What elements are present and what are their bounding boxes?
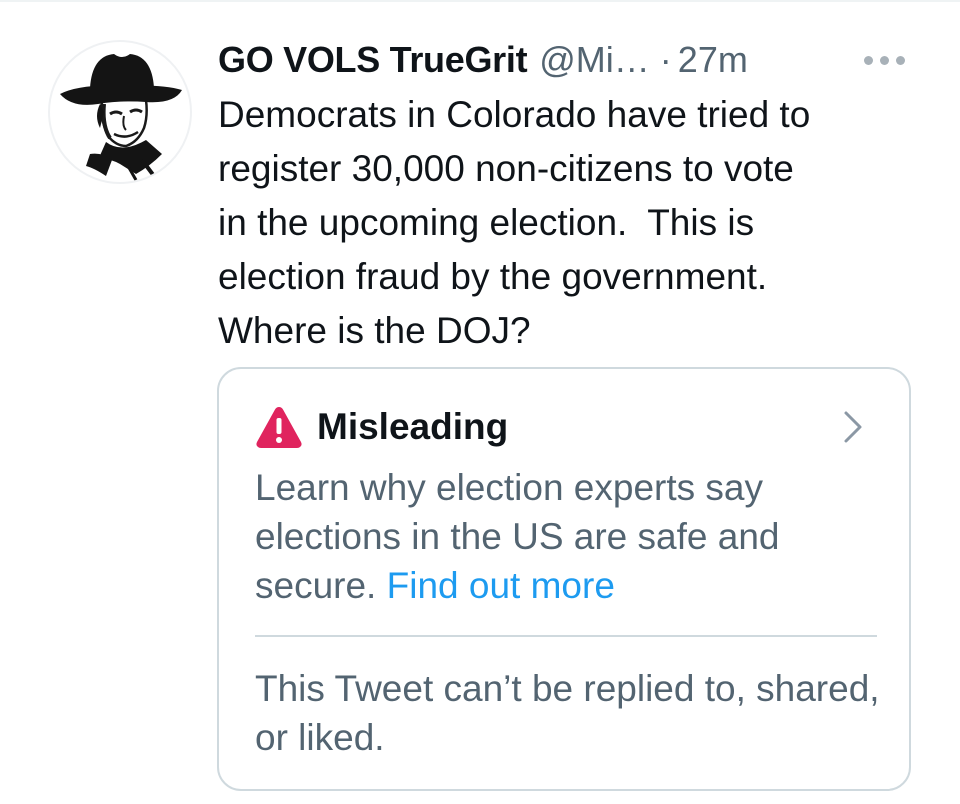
separator: · <box>659 39 672 80</box>
timestamp[interactable]: 27m <box>678 38 748 82</box>
more-dot-icon <box>863 55 873 65</box>
tweet[interactable]: GO VOLS TrueGrit @Mi… · 27m Democrats in… <box>0 0 960 804</box>
more-options-button[interactable] <box>858 46 910 74</box>
warning-triangle-icon <box>256 407 302 448</box>
author-name[interactable]: GO VOLS TrueGrit <box>218 38 528 82</box>
more-dot-icon <box>895 55 905 65</box>
misleading-notice[interactable]: Misleading Learn why election experts sa… <box>217 367 911 791</box>
tweet-header: GO VOLS TrueGrit @Mi… · 27m <box>218 38 748 82</box>
notice-divider <box>255 635 877 637</box>
avatar[interactable] <box>48 40 192 184</box>
author-handle[interactable]: @Mi… <box>539 38 650 82</box>
tweet-text: Democrats in Colorado have tried to regi… <box>218 94 811 351</box>
chevron-right-icon[interactable] <box>841 409 865 445</box>
notice-header[interactable]: Misleading <box>255 401 508 453</box>
notice-title: Misleading <box>317 406 509 447</box>
cowboy-portrait-icon <box>60 54 182 181</box>
restriction-text: This Tweet can’t be replied to, shared, … <box>255 668 880 758</box>
find-out-more-link[interactable]: Find out more <box>387 565 615 606</box>
more-dot-icon <box>879 55 889 65</box>
notice-description: Learn why election experts say elections… <box>255 463 885 610</box>
